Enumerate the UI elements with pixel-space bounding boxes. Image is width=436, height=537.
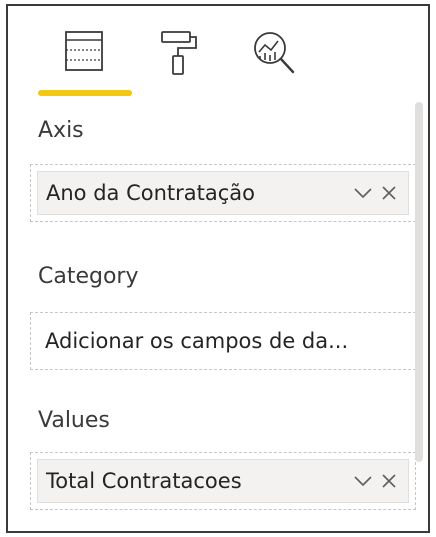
values-field-expand-button[interactable] — [350, 468, 376, 494]
pane-scrollbar[interactable] — [412, 102, 426, 531]
values-field-remove-button[interactable] — [376, 468, 402, 494]
values-field-name: Total Contratacoes — [46, 469, 242, 493]
category-section-label: Category — [38, 264, 139, 289]
values-field-pill[interactable]: Total Contratacoes — [37, 459, 409, 503]
values-well[interactable]: Total Contratacoes — [30, 452, 416, 510]
axis-field-pill[interactable]: Ano da Contratação — [37, 171, 409, 215]
paint-roller-icon — [161, 31, 197, 75]
axis-field-name: Ano da Contratação — [46, 181, 255, 205]
values-section-label: Values — [38, 408, 110, 433]
chevron-down-icon — [354, 188, 372, 199]
tab-format[interactable] — [148, 28, 212, 92]
axis-field-remove-button[interactable] — [376, 180, 402, 206]
tab-fields[interactable] — [52, 28, 116, 92]
close-icon — [382, 474, 396, 488]
close-icon — [382, 186, 396, 200]
active-tab-indicator — [38, 90, 132, 96]
fields-icon — [65, 31, 103, 71]
category-well[interactable]: Adicionar os campos de da... — [30, 312, 416, 370]
axis-section-label: Axis — [38, 118, 84, 143]
chevron-down-icon — [354, 476, 372, 487]
visualizations-fields-pane: Axis Ano da Contratação Category Adicion… — [6, 4, 430, 533]
axis-well[interactable]: Ano da Contratação — [30, 164, 416, 222]
axis-field-expand-button[interactable] — [350, 180, 376, 206]
tab-analytics[interactable] — [242, 28, 306, 92]
category-well-placeholder: Adicionar os campos de da... — [45, 329, 349, 353]
scrollbar-thumb[interactable] — [415, 102, 423, 462]
analytics-magnifier-icon — [254, 32, 295, 74]
pane-tab-bar — [8, 6, 428, 102]
